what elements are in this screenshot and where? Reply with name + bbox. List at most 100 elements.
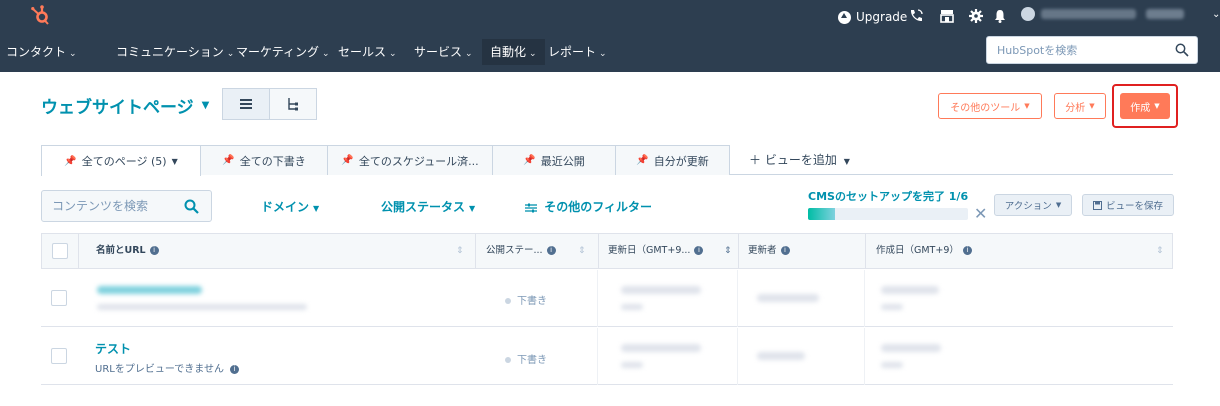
view-toggle bbox=[222, 88, 317, 120]
actions-label: アクション bbox=[1004, 201, 1052, 212]
table-row[interactable]: テスト URLをプレビューできません i 下書き bbox=[41, 328, 1173, 385]
chevron-down-icon: ⌄ bbox=[529, 49, 537, 59]
info-icon: i bbox=[780, 246, 790, 255]
global-search-input[interactable] bbox=[997, 37, 1167, 63]
table-row[interactable]: 下書き bbox=[41, 270, 1173, 327]
other-tools-button[interactable]: その他のツール ▼ bbox=[938, 93, 1042, 119]
column-header-name-url[interactable]: 名前とURL i ⇕ bbox=[96, 234, 466, 268]
updated-time-redacted bbox=[621, 304, 643, 310]
info-icon: i bbox=[694, 246, 704, 255]
tab-updated-by-me[interactable]: 📌 自分が更新 bbox=[615, 145, 730, 175]
status-label: 下書き bbox=[517, 296, 547, 307]
page-title-redacted[interactable] bbox=[97, 286, 202, 294]
nav-conversations[interactable]: コミュニケーション ⌄ bbox=[114, 39, 236, 65]
page-title-dropdown[interactable]: ウェブサイトページ ▼ bbox=[41, 93, 209, 118]
row-checkbox[interactable] bbox=[51, 348, 67, 364]
page-url-redacted bbox=[97, 304, 307, 310]
nav-contacts[interactable]: コンタクト ⌄ bbox=[4, 39, 79, 65]
column-header-updated-date[interactable]: 更新日（GMT+9... i ⇕ bbox=[608, 234, 732, 268]
upgrade-button[interactable]: Upgrade bbox=[838, 8, 907, 26]
account-menu[interactable]: ⌄ bbox=[1021, 7, 1220, 21]
status-badge: 下書き bbox=[505, 292, 547, 307]
tree-view-button[interactable] bbox=[269, 88, 317, 120]
table-header: 名前とURL i ⇕ 公開ステー... i ⇕ 更新日（GMT+9... i ⇕ 更新… bbox=[41, 233, 1173, 269]
close-icon[interactable]: ✕ bbox=[974, 204, 987, 223]
info-icon: i bbox=[546, 246, 556, 255]
nav-reports[interactable]: レポート ⌄ bbox=[546, 39, 609, 65]
cms-setup-progress-fill bbox=[808, 208, 836, 220]
nav-marketing-label: マーケティング bbox=[236, 45, 320, 59]
nav-contacts-label: コンタクト bbox=[6, 45, 67, 59]
tab-all-drafts[interactable]: 📌 全ての下書き bbox=[200, 145, 328, 175]
page-title-link[interactable]: テスト bbox=[95, 340, 131, 357]
tab-all-pages[interactable]: 📌 全てのページ (5) ▼ bbox=[41, 145, 201, 176]
page-url-note-label: URLをプレビューできません bbox=[95, 364, 224, 375]
nav-automation-label: 自動化 bbox=[490, 45, 527, 59]
status-dot bbox=[505, 298, 511, 304]
notifications-bell-icon[interactable] bbox=[992, 8, 1008, 24]
more-filters-button[interactable]: その他のフィルター bbox=[525, 198, 652, 215]
column-divider bbox=[78, 234, 79, 268]
domain-filter[interactable]: ドメイン ▼ bbox=[261, 198, 319, 215]
page-title: ウェブサイトページ bbox=[41, 98, 194, 118]
create-button-highlight bbox=[1112, 84, 1178, 128]
column-header-publish-status[interactable]: 公開ステー... i ⇕ bbox=[486, 234, 596, 268]
page-url-note: URLをプレビューできません i bbox=[95, 360, 239, 375]
select-all-checkbox[interactable] bbox=[52, 243, 68, 259]
more-filters-label: その他のフィルター bbox=[544, 200, 652, 214]
content-search-input[interactable] bbox=[52, 191, 182, 221]
tab-all-drafts-label: 全ての下書き bbox=[239, 154, 306, 168]
nav-service[interactable]: サービス ⌄ bbox=[412, 39, 475, 65]
nav-conversations-label: コミュニケーション bbox=[116, 45, 224, 59]
tab-all-scheduled-label: 全てのスケジュール済... bbox=[358, 154, 479, 168]
column-divider bbox=[737, 270, 738, 327]
chevron-down-icon: ⌄ bbox=[465, 49, 473, 59]
sort-icon: ⇕ bbox=[578, 246, 586, 256]
chevron-down-icon: ⌄ bbox=[389, 49, 397, 59]
chevron-down-icon: ⌄ bbox=[1212, 8, 1220, 20]
actions-button[interactable]: アクション ▼ bbox=[994, 194, 1072, 216]
sort-icon: ⇕ bbox=[1156, 246, 1164, 256]
status-badge: 下書き bbox=[505, 351, 547, 366]
add-view-button[interactable]: ＋ ビューを追加 ▼ bbox=[749, 151, 850, 168]
info-icon: i bbox=[149, 246, 159, 255]
filter-sliders-icon bbox=[525, 203, 537, 212]
tab-recently-published[interactable]: 📌 最近公開 bbox=[492, 145, 616, 175]
list-view-button[interactable] bbox=[222, 88, 270, 120]
search-icon[interactable] bbox=[184, 199, 199, 214]
settings-gear-icon[interactable] bbox=[968, 8, 984, 24]
info-icon[interactable]: i bbox=[229, 364, 239, 374]
column-header-updated-by[interactable]: 更新者 i bbox=[748, 234, 858, 268]
save-view-label: ビューを保存 bbox=[1105, 201, 1163, 212]
chevron-down-icon: ⌄ bbox=[69, 49, 77, 59]
calling-icon[interactable] bbox=[908, 8, 924, 24]
nav-marketing[interactable]: マーケティング ⌄ bbox=[234, 39, 332, 65]
nav-automation[interactable]: 自動化 ⌄ bbox=[482, 39, 545, 65]
search-icon[interactable] bbox=[1175, 43, 1189, 57]
upgrade-arrow-icon bbox=[838, 10, 851, 24]
marketplace-icon[interactable] bbox=[939, 8, 955, 24]
publish-status-filter[interactable]: 公開ステータス ▼ bbox=[381, 198, 475, 215]
nav-sales[interactable]: セールス ⌄ bbox=[336, 39, 399, 65]
column-header-created-date[interactable]: 作成日（GMT+9） i ⇕ bbox=[876, 234, 1166, 268]
updated-by-redacted bbox=[757, 352, 805, 360]
tab-all-scheduled[interactable]: 📌 全てのスケジュール済... bbox=[327, 145, 493, 175]
column-divider bbox=[864, 328, 865, 385]
hubspot-logo-icon[interactable] bbox=[30, 4, 52, 26]
column-header-label: 公開ステー... bbox=[486, 245, 543, 256]
column-header-label: 作成日（GMT+9） bbox=[876, 245, 959, 256]
updated-date-redacted bbox=[621, 344, 701, 352]
cms-setup-progress-bar bbox=[808, 208, 968, 220]
row-checkbox[interactable] bbox=[51, 290, 67, 306]
publish-status-filter-label: 公開ステータス bbox=[381, 200, 466, 214]
column-header-label: 更新日（GMT+9... bbox=[608, 245, 691, 256]
account-name-redacted bbox=[1041, 9, 1136, 19]
caret-down-icon: ▼ bbox=[469, 204, 476, 213]
cms-setup-title[interactable]: CMSのセットアップを完了 1/6 bbox=[808, 188, 968, 204]
info-icon: i bbox=[962, 246, 972, 255]
updated-by-redacted bbox=[757, 294, 819, 302]
analyze-button[interactable]: 分析 ▼ bbox=[1054, 93, 1106, 119]
sort-icon: ⇕ bbox=[456, 246, 464, 256]
save-view-button[interactable]: ビューを保存 bbox=[1082, 194, 1174, 216]
caret-down-icon: ▼ bbox=[171, 156, 178, 166]
